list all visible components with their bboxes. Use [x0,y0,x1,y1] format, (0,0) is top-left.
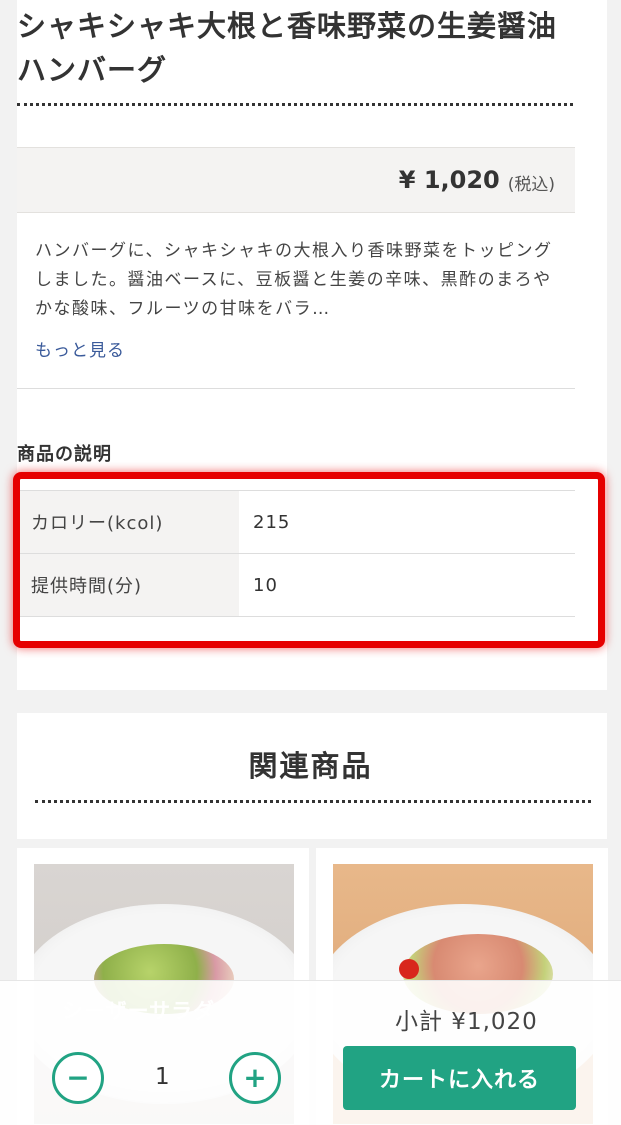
related-item-name: シーザーサラダ [62,999,216,1023]
plus-icon: + [243,1061,267,1094]
price-bar: ¥ 1,020 (税込) [17,147,575,213]
subtotal: 小計 ¥1,020 [395,1009,538,1035]
add-to-cart-button[interactable]: カートに入れる [343,1046,576,1110]
related-divider [35,800,591,803]
product-title: シャキシャキ大根と香味野菜の生姜醤油ハンバーグ [17,9,558,87]
highlight-box [13,472,605,648]
product-description: ハンバーグに、シャキシャキの大根入り香味野菜をトッピングしました。醤油ベースに、… [35,241,553,319]
spec-section-label: 商品の説明 [17,444,112,465]
price-tax-note: (税込) [507,174,555,195]
price-value: ¥ 1,020 [398,166,500,194]
section-divider [17,388,575,389]
quantity-value: 1 [155,1064,170,1090]
increment-button[interactable]: + [229,1052,281,1104]
minus-icon: − [66,1061,90,1094]
tomato-image [399,959,419,979]
title-divider [17,103,573,106]
related-title: 関連商品 [248,749,373,783]
more-link[interactable]: もっと見る [35,336,125,361]
decrement-button[interactable]: − [52,1052,104,1104]
